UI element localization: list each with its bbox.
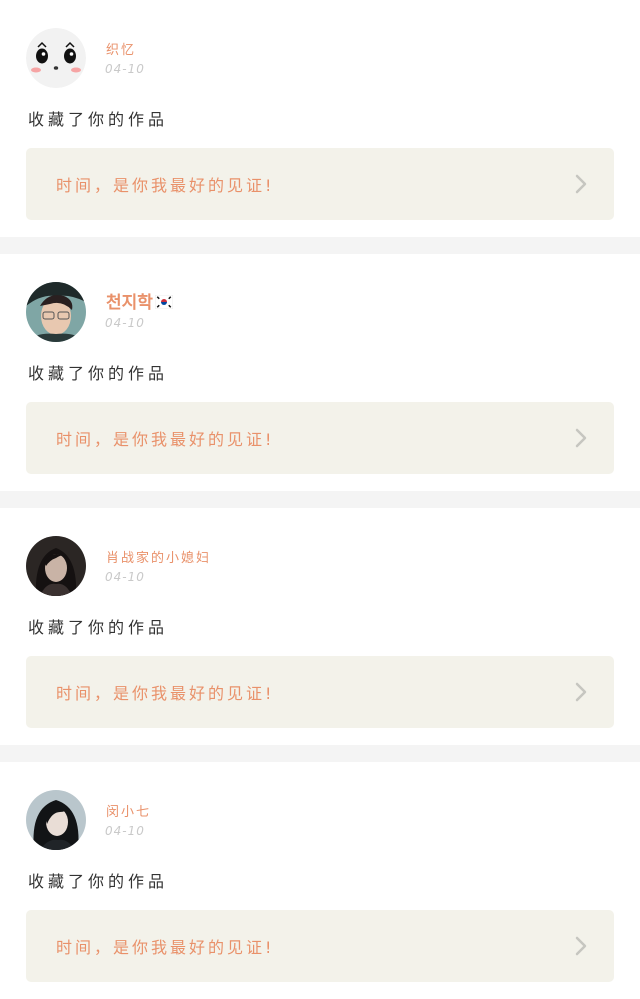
username-text: 천지학 [106, 293, 153, 313]
timestamp: 04-10 [105, 316, 145, 330]
timestamp: 04-10 [105, 62, 145, 76]
chevron-right-icon [574, 935, 588, 957]
woman-portrait-icon [26, 536, 86, 596]
work-quote: 时间，是你我最好的见证! [56, 430, 275, 449]
notification-card: 闵小七 04-10 收藏了你的作品 时间，是你我最好的见证! [0, 762, 640, 999]
action-text: 收藏了你的作品 [28, 364, 169, 383]
notification-card: 肖战家的小媳妇 04-10 收藏了你的作品 时间，是你我最好的见证! [0, 508, 640, 745]
action-text: 收藏了你的作品 [28, 110, 169, 129]
korea-flag-icon [154, 295, 173, 309]
work-link-card[interactable]: 时间，是你我最好的见证! [26, 910, 614, 982]
username[interactable]: 천지학 [106, 288, 173, 313]
cartoon-face-avatar[interactable] [26, 28, 86, 88]
work-link-card[interactable]: 时间，是你我最好的见证! [26, 148, 614, 220]
work-link-card[interactable]: 时间，是你我最好的见证! [26, 656, 614, 728]
work-link-card[interactable]: 时间，是你我最好的见证! [26, 402, 614, 474]
chevron-right-icon [574, 681, 588, 703]
action-text: 收藏了你的作品 [28, 872, 169, 891]
chevron-right-icon [574, 427, 588, 449]
timestamp: 04-10 [105, 570, 145, 584]
man-portrait-avatar[interactable] [26, 282, 86, 342]
notification-card: 천지학 04-10 收藏了你的作品 时间，是你我最好的见证! [0, 254, 640, 491]
timestamp: 04-10 [105, 824, 145, 838]
work-quote: 时间，是你我最好的见证! [56, 176, 275, 195]
username[interactable]: 织忆 [106, 39, 136, 58]
woman-portrait-avatar[interactable] [26, 536, 86, 596]
action-text: 收藏了你的作品 [28, 618, 169, 637]
girl-portrait-avatar[interactable] [26, 790, 86, 850]
work-quote: 时间，是你我最好的见证! [56, 684, 275, 703]
notification-card: 织忆 04-10 收藏了你的作品 时间，是你我最好的见证! [0, 0, 640, 237]
work-quote: 时间，是你我最好的见证! [56, 938, 275, 957]
girl-portrait-icon [26, 790, 86, 850]
cartoon-face-icon [26, 28, 86, 88]
username[interactable]: 闵小七 [106, 801, 151, 820]
chevron-right-icon [574, 173, 588, 195]
man-portrait-icon [26, 282, 86, 342]
username[interactable]: 肖战家的小媳妇 [106, 547, 211, 566]
notification-feed: 织忆 04-10 收藏了你的作品 时间，是你我最好的见证! 천지학 04-10 … [0, 0, 640, 999]
